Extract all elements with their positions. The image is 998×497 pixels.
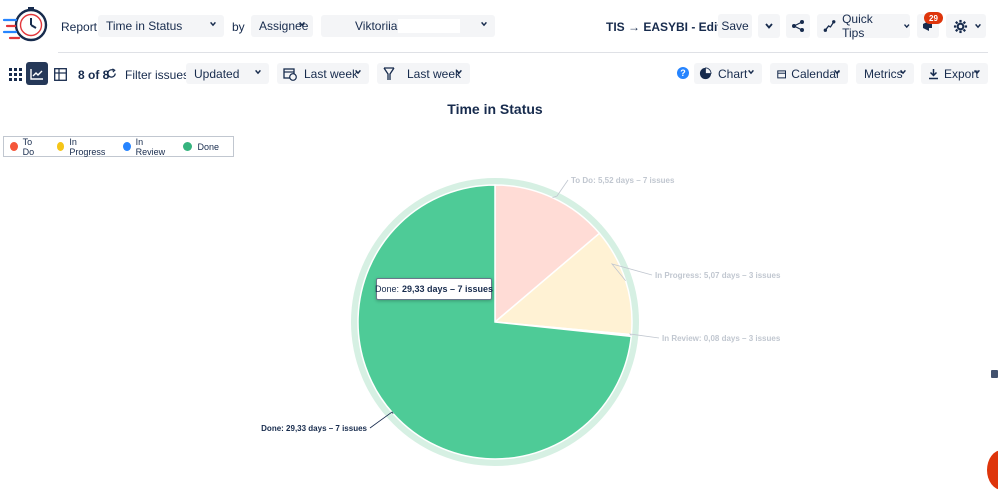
pie-data-label: Done: 29,33 days – 7 issues — [261, 424, 367, 433]
tooltip-value: 29,33 days – 7 issues — [401, 284, 494, 294]
pie-data-label: In Review: 0,08 days – 3 issues — [662, 334, 781, 343]
tooltip-prefix: Done: — [374, 284, 399, 294]
pie-chart: To Do: 5,52 days – 7 issues In Progress: … — [261, 176, 781, 466]
scroll-handle[interactable] — [991, 370, 998, 378]
chart-tooltip: Done: 29,33 days – 7 issues — [374, 278, 494, 300]
pie-data-label: In Progress: 5,07 days – 3 issues — [655, 271, 781, 280]
pie-data-label: To Do: 5,52 days – 7 issues — [571, 176, 675, 185]
